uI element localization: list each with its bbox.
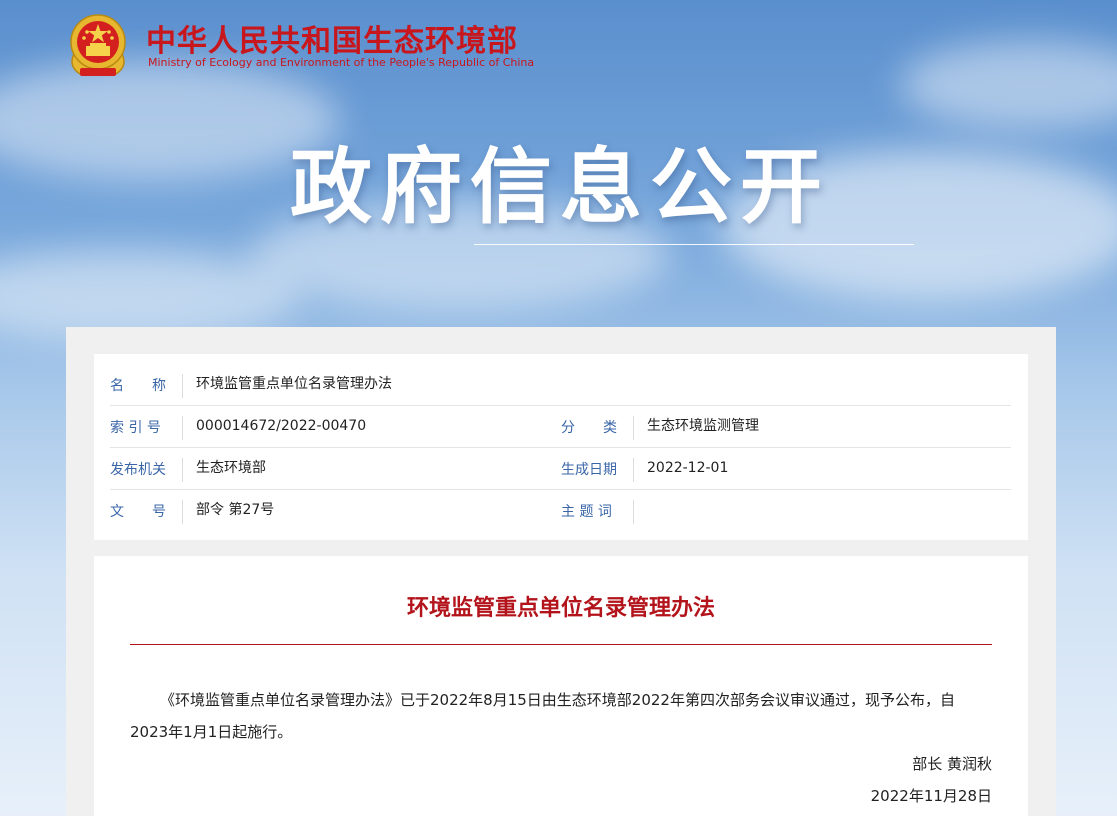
doc-no-label: 文 号 [110,504,166,520]
sign-date: 2022年11月28日 [870,787,992,805]
issuer-value: 生态环境部 [196,460,266,476]
separator [182,500,183,524]
site-name-en[interactable]: Ministry of Ecology and Environment of t… [148,56,534,69]
category-label: 分 类 [561,420,617,436]
banner-divider [474,244,914,245]
index-value: 000014672/2022-00470 [196,418,367,434]
main-content: 名 称 环境监管重点单位名录管理办法 索 引 号 000014672/2022-… [66,327,1056,816]
separator [182,458,183,482]
document-panel: 环境监管重点单位名录管理办法 《环境监管重点单位名录管理办法》已于2022年8月… [94,556,1028,816]
name-label: 名 称 [110,378,166,394]
info-row-index: 索 引 号 000014672/2022-00470 分 类 生态环境监测管理 [110,406,1011,448]
keywords-label: 主 题 词 [561,504,612,520]
name-value: 环境监管重点单位名录管理办法 [196,376,392,392]
info-row-doc-no: 文 号 部令 第27号 主 题 词 [110,490,1011,531]
separator [182,416,183,440]
site-name-cn[interactable]: 中华人民共和国生态环境部 [146,16,518,60]
info-row-name: 名 称 环境监管重点单位名录管理办法 [110,364,1011,406]
date-label: 生成日期 [561,462,617,478]
document-body: 《环境监管重点单位名录管理办法》已于2022年8月15日由生态环境部2022年第… [130,691,955,741]
signer: 部长 黄润秋 [912,755,992,773]
info-table: 名 称 环境监管重点单位名录管理办法 索 引 号 000014672/2022-… [94,354,1028,540]
banner-title: 政府信息公开 [290,140,831,235]
document-title: 环境监管重点单位名录管理办法 [406,596,715,621]
national-emblem-icon[interactable] [66,10,130,82]
document-signature: 部长 黄润秋 2022年11月28日 [871,748,992,812]
date-value: 2022-12-01 [647,460,729,476]
index-label: 索 引 号 [110,420,161,436]
separator [633,500,634,524]
separator [633,416,634,440]
separator [633,458,634,482]
category-value: 生态环境监测管理 [647,418,759,434]
issuer-label: 发布机关 [110,462,166,478]
title-divider [130,644,992,645]
info-row-issuer: 发布机关 生态环境部 生成日期 2022-12-01 [110,448,1011,490]
doc-no-value: 部令 第27号 [196,502,275,518]
separator [182,374,183,398]
